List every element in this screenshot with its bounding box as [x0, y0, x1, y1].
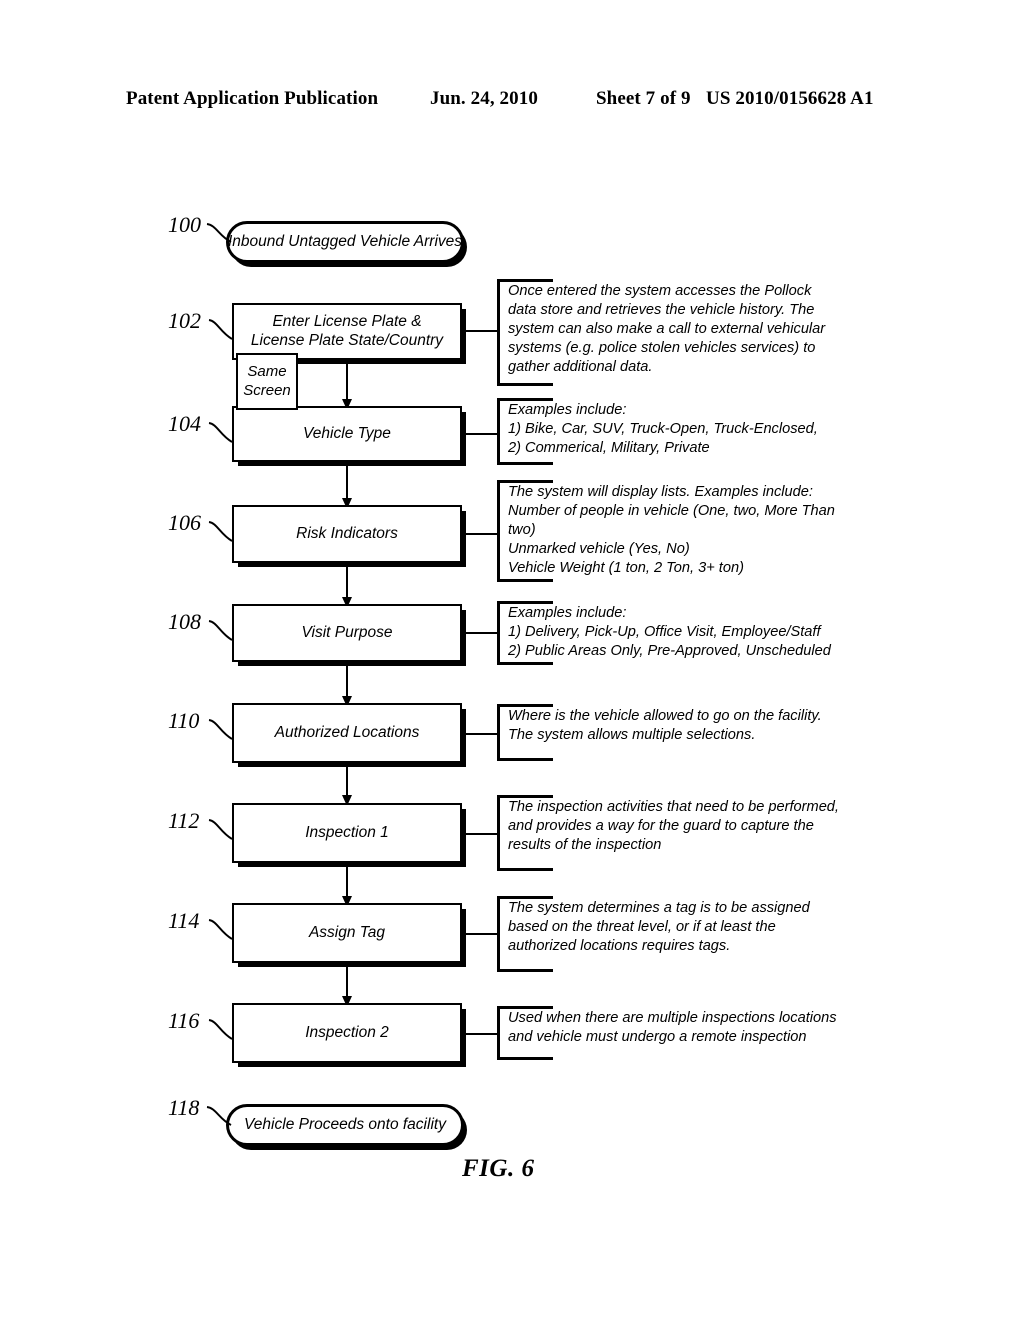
annotation-text: The system will display lists. Examples …	[508, 484, 835, 576]
node-label: Inbound Untagged Vehicle Arrives	[227, 233, 463, 250]
flow-node-assign-tag: Assign Tag	[232, 903, 462, 963]
node-label: Risk Indicators	[296, 524, 398, 542]
leader-line-100	[206, 223, 232, 243]
node-label: Vehicle Type	[303, 424, 391, 442]
annotation-stub-112	[462, 833, 497, 835]
node-label: Inspection 1	[305, 823, 389, 841]
header-patent-number: US 2010/0156628 A1	[706, 88, 874, 109]
annotation-text: Examples include: 1) Bike, Car, SUV, Tru…	[508, 402, 818, 456]
annotation-text: Where is the vehicle allowed to go on th…	[508, 708, 822, 743]
annotation-text: The system determines a tag is to be ass…	[508, 900, 810, 954]
reference-numeral-116: 116	[168, 1008, 200, 1033]
leader-line-112	[208, 819, 233, 840]
patent-figure-page: Patent Application Publication Jun. 24, …	[0, 0, 1024, 1320]
flow-node-vehicle-type: Vehicle Type	[232, 406, 462, 462]
figure-caption: FIG. 6	[462, 1155, 535, 1182]
node-label: Vehicle Proceeds onto facility	[244, 1116, 446, 1133]
reference-numeral-102: 102	[168, 308, 201, 333]
node-label: Enter License Plate & License Plate Stat…	[250, 312, 444, 349]
flow-node-enter-license-plate: Enter License Plate & License Plate Stat…	[232, 303, 462, 360]
reference-numeral-110: 110	[168, 708, 200, 733]
leader-line-106	[208, 521, 233, 542]
node-label: Inspection 2	[305, 1023, 389, 1041]
flow-node-inspection-2: Inspection 2	[232, 1003, 462, 1063]
annotation-stub-106	[462, 533, 497, 535]
annotation-text: The inspection activities that need to b…	[508, 799, 839, 853]
leader-line-104	[208, 422, 233, 443]
flow-node-inbound-untagged-vehicle-arrives: Inbound Untagged Vehicle Arrives	[226, 221, 464, 263]
same-screen-callout: Same Screen	[236, 353, 298, 410]
annotation-stub-104	[462, 433, 497, 435]
reference-numeral-108: 108	[168, 609, 201, 634]
header-publication-date: Jun. 24, 2010	[430, 88, 538, 109]
annotation-stub-102	[462, 330, 497, 332]
reference-numeral-112: 112	[168, 808, 200, 833]
same-screen-label: Same Screen	[243, 362, 291, 399]
node-label: Visit Purpose	[301, 623, 393, 641]
reference-numeral-114: 114	[168, 908, 200, 933]
flow-node-inspection-1: Inspection 1	[232, 803, 462, 863]
reference-numeral-100: 100	[168, 212, 201, 237]
node-label: Authorized Locations	[274, 723, 420, 741]
flow-node-vehicle-proceeds-onto-facility: Vehicle Proceeds onto facility	[226, 1104, 464, 1146]
reference-numeral-118: 118	[168, 1095, 200, 1120]
header-sheet-number: Sheet 7 of 9	[596, 88, 691, 109]
reference-numeral-106: 106	[168, 510, 201, 535]
reference-numeral-104: 104	[168, 411, 201, 436]
leader-line-116	[208, 1019, 233, 1040]
annotation-106: The system will display lists. Examples …	[497, 480, 842, 582]
flow-node-authorized-locations: Authorized Locations	[232, 703, 462, 763]
annotation-stub-114	[462, 933, 497, 935]
annotation-text: Once entered the system accesses the Pol…	[508, 283, 826, 375]
leader-line-108	[208, 620, 233, 641]
annotation-102: Once entered the system accesses the Pol…	[497, 279, 842, 386]
flow-node-visit-purpose: Visit Purpose	[232, 604, 462, 662]
header-publication-title: Patent Application Publication	[126, 88, 379, 109]
annotation-stub-116	[462, 1033, 497, 1035]
leader-line-110	[208, 719, 233, 740]
annotation-110: Where is the vehicle allowed to go on th…	[497, 704, 842, 761]
leader-line-114	[208, 919, 233, 940]
annotation-104: Examples include: 1) Bike, Car, SUV, Tru…	[497, 398, 842, 465]
annotation-text: Used when there are multiple inspections…	[508, 1010, 837, 1045]
node-label: Assign Tag	[308, 923, 386, 941]
leader-line-102	[208, 319, 233, 340]
leader-line-118	[206, 1106, 232, 1126]
annotation-112: The inspection activities that need to b…	[497, 795, 842, 871]
flow-node-risk-indicators: Risk Indicators	[232, 505, 462, 563]
annotation-108: Examples include: 1) Delivery, Pick-Up, …	[497, 601, 842, 665]
annotation-116: Used when there are multiple inspections…	[497, 1006, 842, 1060]
annotation-114: The system determines a tag is to be ass…	[497, 896, 842, 972]
annotation-text: Examples include: 1) Delivery, Pick-Up, …	[508, 605, 831, 659]
annotation-stub-110	[462, 733, 497, 735]
annotation-stub-108	[462, 632, 497, 634]
